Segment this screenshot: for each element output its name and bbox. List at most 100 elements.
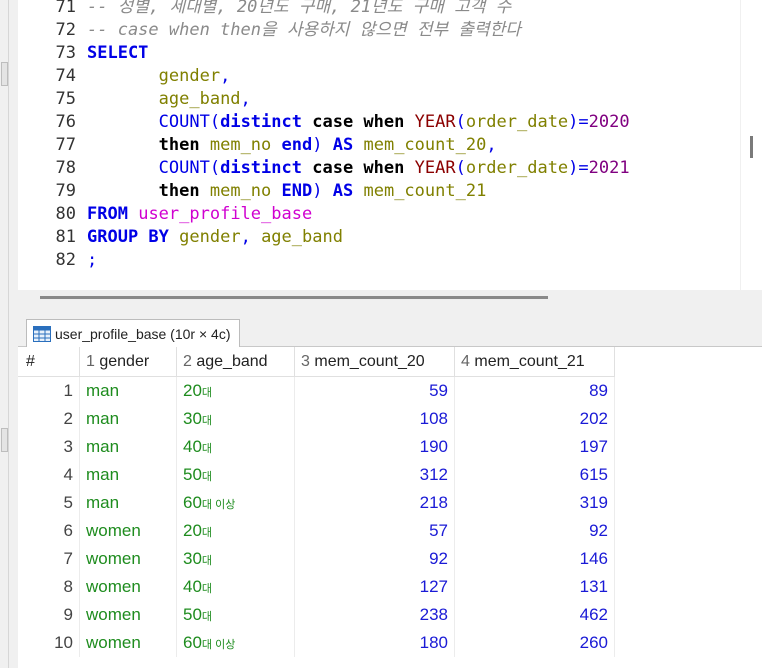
cell-mem-count-20[interactable]: 92: [294, 545, 455, 573]
cell-mem-count-20[interactable]: 127: [294, 573, 455, 601]
code-line[interactable]: GROUP BY gender, age_band: [87, 226, 343, 249]
line-number: 82: [55, 250, 76, 270]
col-number: 4: [461, 352, 470, 370]
vertical-scroll-thumb[interactable]: [750, 136, 753, 158]
line-number: 78: [55, 158, 76, 178]
table-row[interactable]: 4 man 50대 312 615: [18, 461, 615, 489]
code-line[interactable]: age_band,: [87, 88, 251, 111]
age-value: 20: [183, 381, 202, 400]
row-number: 9: [18, 601, 80, 629]
cell-mem-count-21[interactable]: 92: [454, 517, 615, 545]
cell-gender[interactable]: women: [79, 629, 177, 657]
cell-mem-count-21[interactable]: 131: [454, 573, 615, 601]
table-row[interactable]: 3 man 40대 190 197: [18, 433, 615, 461]
cell-gender[interactable]: man: [79, 405, 177, 433]
row-number: 5: [18, 489, 80, 517]
line-number: 73: [55, 43, 76, 63]
result-tab[interactable]: user_profile_base (10r × 4c): [26, 319, 240, 347]
cell-mem-count-20[interactable]: 59: [294, 376, 455, 405]
cell-age-band[interactable]: 50대: [176, 461, 295, 489]
cell-age-band[interactable]: 60대 이상: [176, 629, 295, 657]
line-number: 74: [55, 66, 76, 86]
cell-mem-count-20[interactable]: 180: [294, 629, 455, 657]
table-row[interactable]: 2 man 30대 108 202: [18, 405, 615, 433]
cell-mem-count-20[interactable]: 57: [294, 517, 455, 545]
row-number: 10: [18, 629, 80, 657]
row-number: 4: [18, 461, 80, 489]
sql-editor[interactable]: 71 -- 성별, 세대별, 20년도 구매, 21년도 구매 고객 수 72 -- …: [18, 0, 740, 290]
code-line[interactable]: COUNT(distinct case when YEAR(order_date…: [87, 111, 630, 134]
code-line[interactable]: -- case when then을 사용하지 않으면 전부 출력한다: [87, 19, 521, 42]
col-header-gender[interactable]: 1 gender: [79, 347, 177, 377]
row-number: 7: [18, 545, 80, 573]
table-row[interactable]: 5 man 60대 이상 218 319: [18, 489, 615, 517]
cell-mem-count-21[interactable]: 615: [454, 461, 615, 489]
left-edge-strip: [0, 0, 9, 668]
table-row[interactable]: 9 women 50대 238 462: [18, 601, 615, 629]
age-suffix: 대: [201, 415, 213, 427]
code-line[interactable]: COUNT(distinct case when YEAR(order_date…: [87, 157, 630, 180]
cell-gender[interactable]: man: [79, 433, 177, 461]
age-suffix: 대: [201, 443, 213, 455]
cell-mem-count-21[interactable]: 89: [454, 376, 615, 405]
age-value: 60: [183, 493, 202, 512]
cell-gender[interactable]: women: [79, 573, 177, 601]
col-header-mem-count-21[interactable]: 4 mem_count_21: [454, 347, 615, 377]
cell-mem-count-20[interactable]: 238: [294, 601, 455, 629]
age-suffix: 대: [201, 471, 213, 483]
cell-mem-count-21[interactable]: 146: [454, 545, 615, 573]
cell-age-band[interactable]: 40대: [176, 433, 295, 461]
result-grid[interactable]: # 1 gender 2 age_band 3 mem_count_20 4 m…: [18, 347, 762, 668]
col-name: mem_count_20: [314, 352, 425, 370]
age-value: 50: [183, 605, 202, 624]
cell-mem-count-20[interactable]: 190: [294, 433, 455, 461]
cell-age-band[interactable]: 50대: [176, 601, 295, 629]
cell-gender[interactable]: women: [79, 517, 177, 545]
rownum-header[interactable]: #: [18, 347, 80, 377]
editor-horizontal-scrollbar[interactable]: [18, 290, 762, 305]
table-row[interactable]: 6 women 20대 57 92: [18, 517, 615, 545]
line-number: 79: [55, 181, 76, 201]
code-line[interactable]: then mem_no end) AS mem_count_20,: [87, 134, 497, 157]
row-number: 6: [18, 517, 80, 545]
cell-mem-count-21[interactable]: 462: [454, 601, 615, 629]
cell-age-band[interactable]: 20대: [176, 376, 295, 405]
code-line[interactable]: gender,: [87, 65, 231, 88]
table-row[interactable]: 10 women 60대 이상 180 260: [18, 629, 615, 657]
table-row[interactable]: 8 women 40대 127 131: [18, 573, 615, 601]
cell-mem-count-21[interactable]: 260: [454, 629, 615, 657]
col-header-mem-count-20[interactable]: 3 mem_count_20: [294, 347, 455, 377]
cell-age-band[interactable]: 60대 이상: [176, 489, 295, 517]
code-line[interactable]: SELECT: [87, 42, 148, 65]
line-number: 80: [55, 204, 76, 224]
age-value: 60: [183, 633, 202, 652]
cell-mem-count-21[interactable]: 319: [454, 489, 615, 517]
cell-mem-count-20[interactable]: 312: [294, 461, 455, 489]
code-line[interactable]: then mem_no END) AS mem_count_21: [87, 180, 487, 203]
cell-gender[interactable]: women: [79, 545, 177, 573]
code-line[interactable]: -- 성별, 세대별, 20년도 구매, 21년도 구매 고객 수: [87, 0, 511, 19]
code-line[interactable]: FROM user_profile_base: [87, 203, 312, 226]
editor-vertical-scrollbar[interactable]: [741, 0, 762, 290]
table-row[interactable]: 1 man 20대 59 89: [18, 376, 615, 405]
cell-gender[interactable]: man: [79, 461, 177, 489]
cell-age-band[interactable]: 30대: [176, 545, 295, 573]
cell-mem-count-20[interactable]: 108: [294, 405, 455, 433]
age-suffix: 대: [201, 527, 213, 539]
cell-mem-count-21[interactable]: 197: [454, 433, 615, 461]
code-line[interactable]: ;: [87, 249, 97, 272]
cell-gender[interactable]: man: [79, 376, 177, 405]
horizontal-scroll-thumb[interactable]: [40, 296, 548, 299]
line-number: 72: [55, 20, 76, 40]
row-number: 1: [18, 376, 80, 405]
cell-mem-count-20[interactable]: 218: [294, 489, 455, 517]
cell-gender[interactable]: man: [79, 489, 177, 517]
col-header-age-band[interactable]: 2 age_band: [176, 347, 295, 377]
cell-age-band[interactable]: 20대: [176, 517, 295, 545]
cell-gender[interactable]: women: [79, 601, 177, 629]
cell-mem-count-21[interactable]: 202: [454, 405, 615, 433]
col-name: age_band: [196, 352, 268, 370]
table-row[interactable]: 7 women 30대 92 146: [18, 545, 615, 573]
cell-age-band[interactable]: 30대: [176, 405, 295, 433]
cell-age-band[interactable]: 40대: [176, 573, 295, 601]
